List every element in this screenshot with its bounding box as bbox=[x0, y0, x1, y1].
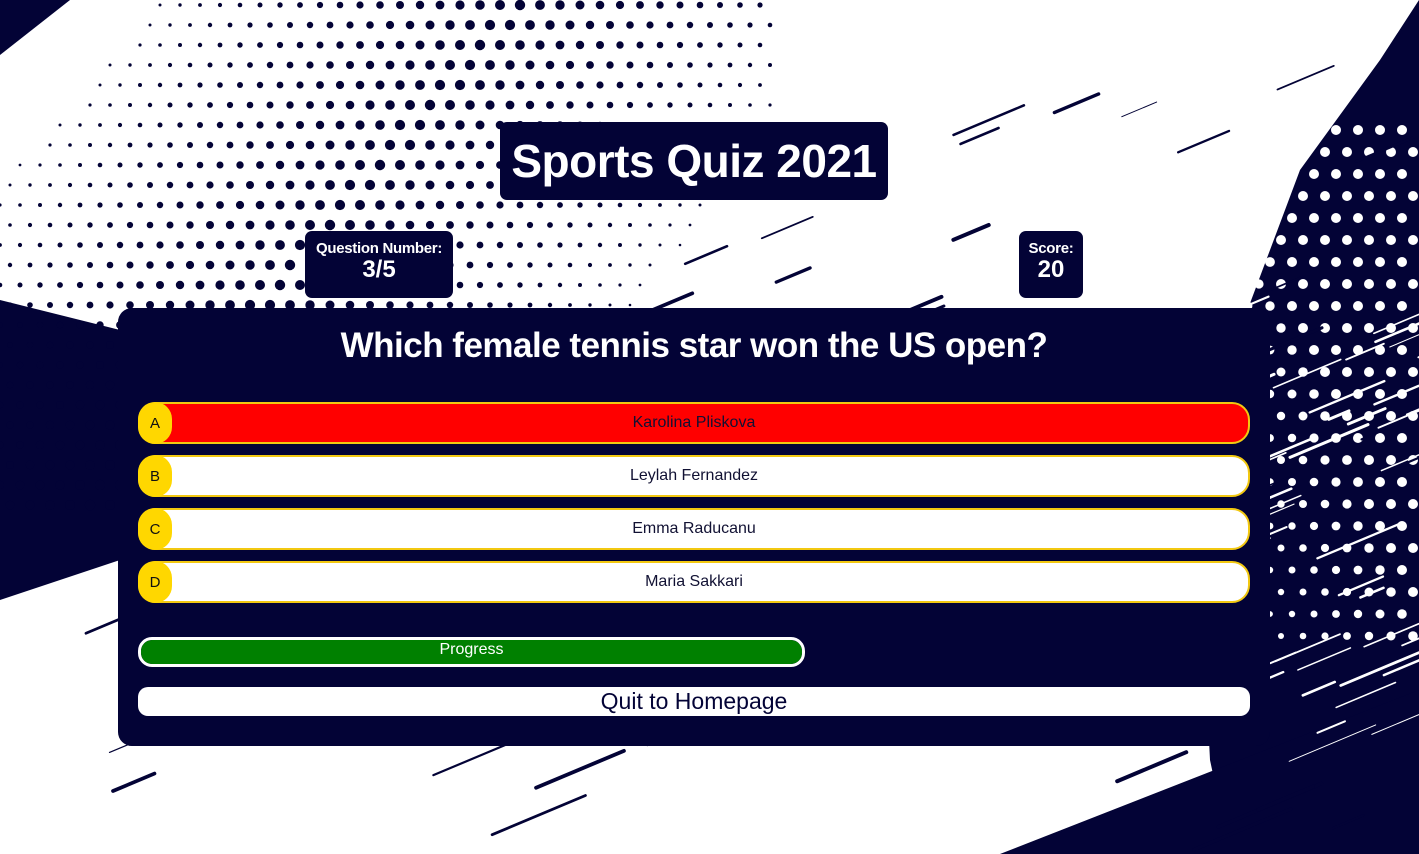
question-number-panel: Question Number: 3/5 bbox=[305, 231, 453, 298]
quiz-page: Sports Quiz 2021 Question Number: 3/5 Sc… bbox=[0, 0, 1419, 854]
answer-option-letter: A bbox=[138, 402, 172, 444]
answer-option-letter: D bbox=[138, 561, 172, 603]
answer-option-text: Karolina Pliskova bbox=[632, 414, 756, 431]
progress-bar: Progress bbox=[138, 637, 805, 667]
score-panel: Score: 20 bbox=[1019, 231, 1083, 298]
answer-option-b[interactable]: Leylah Fernandez B bbox=[138, 455, 1250, 497]
quiz-panel: Which female tennis star won the US open… bbox=[118, 308, 1270, 746]
answer-option-c[interactable]: Emma Raducanu C bbox=[138, 508, 1250, 550]
score-label: Score: bbox=[1028, 240, 1074, 257]
answer-option-text: Leylah Fernandez bbox=[629, 467, 759, 484]
answer-option-a[interactable]: Karolina Pliskova A bbox=[138, 402, 1250, 444]
page-title: Sports Quiz 2021 bbox=[500, 122, 888, 200]
question-number-label: Question Number: bbox=[315, 240, 443, 257]
answer-option-text: Maria Sakkari bbox=[645, 573, 743, 590]
answer-option-text: Emma Raducanu bbox=[632, 520, 756, 537]
progress-label: Progress bbox=[439, 641, 504, 658]
answer-option-letter: B bbox=[138, 455, 172, 497]
answer-option-letter: C bbox=[138, 508, 172, 550]
question-number-value: 3/5 bbox=[362, 256, 396, 283]
answer-option-d[interactable]: Maria Sakkari D bbox=[138, 561, 1250, 603]
quit-to-homepage-button[interactable]: Quit to Homepage bbox=[138, 687, 1250, 716]
question-text: Which female tennis star won the US open… bbox=[340, 326, 1048, 365]
score-value: 20 bbox=[1037, 256, 1065, 283]
